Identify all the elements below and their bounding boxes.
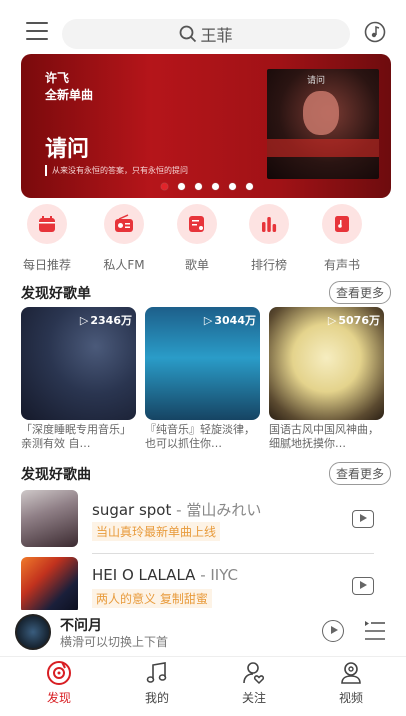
carousel-dots — [0, 183, 406, 193]
playlist-cover: ▷ 5076万 — [269, 307, 384, 420]
song-title: HEI O LALALA - IIYC — [92, 566, 238, 584]
play-video-icon[interactable] — [352, 510, 374, 528]
more-songs-button[interactable]: 查看更多 — [328, 462, 391, 485]
playlist-cover: ▷ 3044万 — [145, 307, 260, 420]
banner-title: 请问 — [45, 137, 90, 162]
music-disc-icon[interactable] — [364, 21, 386, 43]
play-count: ▷ 3044万 — [204, 312, 256, 328]
carousel-dot[interactable] — [195, 183, 202, 190]
calendar-icon — [39, 216, 55, 232]
song-cover — [21, 557, 78, 614]
song-artist: - IIYC — [195, 566, 239, 584]
banner-description: 从来没有永恒的答案，只有永恒的提问 — [45, 165, 188, 176]
tab-label: 我的 — [144, 691, 169, 705]
playlist-grid: ▷ 2346万 「深度睡眠专用音乐」亲测有效 自… ▷ 3044万 『纯音乐』轻旋淡… — [21, 307, 391, 457]
player-hint: 横滑可以切换上下首 — [60, 635, 169, 649]
playlist-section-header: 发现好歌单 查看更多 — [21, 281, 391, 304]
carousel-dot[interactable] — [229, 183, 236, 190]
tab-label: 发现 — [46, 691, 71, 705]
banner-carousel[interactable]: 许飞 全新单曲 请问 从来没有永恒的答案，只有永恒的提问 请问 — [21, 54, 391, 198]
divider — [92, 553, 374, 554]
quick-link-label: 有声书 — [323, 258, 360, 272]
play-count: ▷ 5076万 — [328, 312, 380, 328]
song-section-header: 发现好歌曲 查看更多 — [21, 462, 391, 485]
tab-discover[interactable]: 发现 — [29, 657, 89, 706]
playlist-title: 『纯音乐』轻旋淡律，也可以抓住你… — [145, 423, 255, 450]
carousel-dot[interactable] — [246, 183, 253, 190]
book-icon — [335, 216, 349, 232]
quick-link-chart[interactable]: 排行榜 — [239, 204, 299, 273]
quick-link-audiobook[interactable]: 有声书 — [312, 204, 372, 273]
more-playlists-button[interactable]: 查看更多 — [328, 281, 391, 304]
song-name: sugar spot — [92, 501, 172, 519]
section-title: 发现好歌单 — [21, 286, 91, 302]
chart-icon — [262, 217, 277, 232]
play-video-icon[interactable] — [352, 577, 374, 595]
quick-links: 每日推荐 私人FM 歌单 排行榜 有声书 — [0, 204, 406, 274]
banner-subtitle: 全新单曲 — [45, 88, 94, 102]
playlist-title: 「深度睡眠专用音乐」亲测有效 自… — [21, 423, 131, 450]
search-icon — [180, 25, 197, 43]
quick-link-fm[interactable]: 私人FM — [94, 204, 154, 273]
quick-link-playlist[interactable]: 歌单 — [167, 204, 227, 273]
play-count-icon: ▷ — [203, 313, 213, 327]
banner-cover-text: 请问 — [307, 76, 326, 86]
music-note-icon — [146, 662, 167, 683]
quick-link-label: 每日推荐 — [22, 258, 71, 272]
play-count-value: 3044万 — [214, 314, 256, 327]
tab-mine[interactable]: 我的 — [127, 657, 187, 706]
mini-player[interactable]: 不问月 横滑可以切换上下首 — [0, 610, 406, 656]
search-query: 王菲 — [200, 26, 233, 45]
playlist-queue-icon[interactable] — [364, 620, 386, 642]
tab-label: 视频 — [338, 691, 363, 705]
song-name: HEI O LALALA — [92, 566, 196, 584]
section-title: 发现好歌曲 — [21, 467, 91, 483]
banner-cover-image: 请问 — [267, 69, 379, 179]
video-icon — [341, 662, 361, 684]
player-disc — [15, 614, 51, 650]
playlist-card[interactable]: ▷ 3044万 『纯音乐』轻旋淡律，也可以抓住你… — [145, 307, 260, 451]
play-count-value: 2346万 — [90, 314, 132, 327]
song-item[interactable]: sugar spot - 當山みれい 当山真玲最新单曲上线 — [21, 490, 391, 556]
play-count-icon: ▷ — [79, 313, 89, 327]
song-cover — [21, 490, 78, 547]
tab-follow[interactable]: 关注 — [224, 657, 284, 706]
follow-icon — [243, 662, 264, 685]
play-count-icon: ▷ — [327, 313, 337, 327]
banner-artist: 许飞 — [45, 71, 70, 85]
playlist-cover: ▷ 2346万 — [21, 307, 136, 420]
discover-icon — [47, 661, 71, 685]
search-bar[interactable]: 王菲 — [62, 19, 350, 49]
play-count-value: 5076万 — [338, 314, 380, 327]
banner-text: 许飞 全新单曲 — [45, 70, 93, 104]
player-song-name: 不问月 — [60, 618, 102, 634]
play-count: ▷ 2346万 — [80, 312, 132, 328]
carousel-dot[interactable] — [161, 183, 168, 190]
song-tag: 两人的意义 复制甜蜜 — [92, 589, 212, 608]
playlist-card[interactable]: ▷ 2346万 「深度睡眠专用音乐」亲测有效 自… — [21, 307, 136, 451]
carousel-dot[interactable] — [178, 183, 185, 190]
song-artist: - 當山みれい — [171, 501, 262, 519]
tab-label: 关注 — [241, 691, 266, 705]
quick-link-label: 歌单 — [184, 258, 209, 272]
quick-link-daily[interactable]: 每日推荐 — [17, 204, 77, 273]
tab-video[interactable]: 视频 — [321, 657, 381, 706]
quick-link-label: 私人FM — [103, 258, 145, 272]
radio-icon — [115, 214, 133, 232]
player-play-button[interactable] — [322, 620, 344, 642]
bottom-tab-bar: 发现 我的 关注 视频 — [0, 656, 406, 716]
song-tag: 当山真玲最新单曲上线 — [92, 522, 221, 541]
song-title: sugar spot - 當山みれい — [92, 499, 261, 520]
quick-link-label: 排行榜 — [250, 258, 287, 272]
playlist-icon — [189, 216, 204, 232]
playlist-title: 国语古风中国风神曲，细腻地抚摸你… — [269, 423, 379, 450]
carousel-dot[interactable] — [212, 183, 219, 190]
menu-icon[interactable] — [26, 22, 48, 42]
playlist-card[interactable]: ▷ 5076万 国语古风中国风神曲，细腻地抚摸你… — [269, 307, 384, 451]
